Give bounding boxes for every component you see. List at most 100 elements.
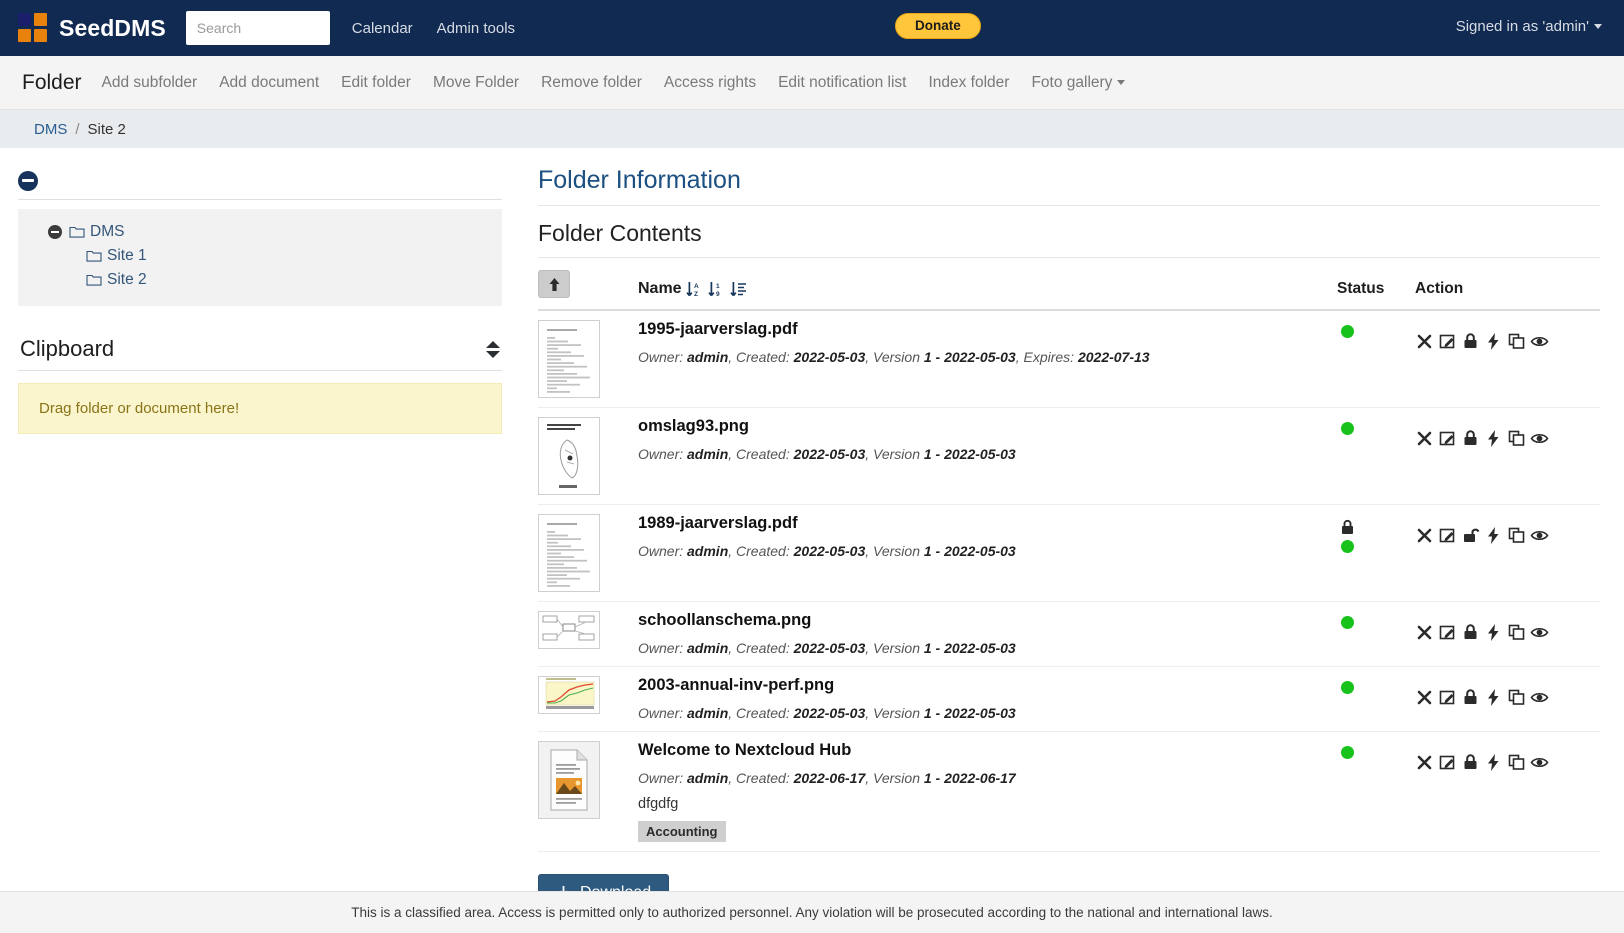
table-row[interactable]: 1995-jaarverslag.pdfOwner: admin, Create… bbox=[538, 310, 1600, 408]
document-thumbnail[interactable] bbox=[538, 611, 600, 649]
nav-admin-tools[interactable]: Admin tools bbox=[437, 20, 515, 37]
table-row[interactable]: 2003-annual-inv-perf.pngOwner: admin, Cr… bbox=[538, 666, 1600, 731]
row-name-cell: 2003-annual-inv-perf.pngOwner: admin, Cr… bbox=[638, 666, 1337, 731]
sort-alpha-down-icon[interactable]: A Z bbox=[686, 281, 704, 298]
remove-icon[interactable] bbox=[1415, 429, 1434, 448]
status-indicator bbox=[1341, 616, 1354, 629]
copy-icon[interactable] bbox=[1507, 688, 1526, 707]
document-name-link[interactable]: Welcome to Nextcloud Hub bbox=[638, 741, 1337, 761]
tree-item-site1[interactable]: Site 1 bbox=[18, 244, 502, 268]
edit-icon[interactable] bbox=[1438, 332, 1457, 351]
circle-minus-icon[interactable] bbox=[18, 171, 38, 191]
table-row[interactable]: Welcome to Nextcloud HubOwner: admin, Cr… bbox=[538, 731, 1600, 851]
document-tag[interactable]: Accounting bbox=[638, 821, 726, 842]
menu-add-subfolder[interactable]: Add subfolder bbox=[102, 74, 198, 92]
edit-icon[interactable] bbox=[1438, 526, 1457, 545]
copy-icon[interactable] bbox=[1507, 623, 1526, 642]
status-indicator bbox=[1341, 422, 1354, 435]
remove-icon[interactable] bbox=[1415, 623, 1434, 642]
bolt-icon[interactable] bbox=[1484, 623, 1503, 642]
seeddms-squares-logo[interactable] bbox=[18, 13, 48, 43]
menu-edit-notification-list[interactable]: Edit notification list bbox=[778, 74, 906, 92]
copy-icon[interactable] bbox=[1507, 429, 1526, 448]
status-indicator bbox=[1341, 540, 1354, 553]
table-row[interactable]: 1989-jaarverslag.pdfOwner: admin, Create… bbox=[538, 505, 1600, 602]
edit-icon[interactable] bbox=[1438, 623, 1457, 642]
eye-icon[interactable] bbox=[1530, 429, 1549, 448]
menu-add-document[interactable]: Add document bbox=[219, 74, 319, 92]
document-thumbnail[interactable] bbox=[538, 676, 600, 714]
eye-icon[interactable] bbox=[1530, 623, 1549, 642]
menu-foto-gallery[interactable]: Foto gallery bbox=[1031, 74, 1125, 92]
account-menu[interactable]: Signed in as 'admin' bbox=[1456, 18, 1602, 35]
unlock-icon[interactable] bbox=[1461, 526, 1480, 545]
tree-link-site1[interactable]: Site 1 bbox=[107, 247, 147, 265]
copy-icon[interactable] bbox=[1507, 753, 1526, 772]
menu-move-folder[interactable]: Move Folder bbox=[433, 74, 519, 92]
tree-link-site2[interactable]: Site 2 bbox=[107, 271, 147, 289]
remove-icon[interactable] bbox=[1415, 526, 1434, 545]
sort-list-down-icon[interactable] bbox=[730, 281, 748, 298]
menu-edit-folder[interactable]: Edit folder bbox=[341, 74, 411, 92]
document-metadata: Owner: admin, Created: 2022-05-03, Versi… bbox=[638, 639, 1337, 657]
remove-icon[interactable] bbox=[1415, 753, 1434, 772]
tree-link-dms[interactable]: DMS bbox=[90, 223, 124, 241]
th-action: Action bbox=[1415, 258, 1600, 310]
bolt-icon[interactable] bbox=[1484, 753, 1503, 772]
search-input[interactable] bbox=[186, 11, 330, 45]
row-status-cell bbox=[1337, 731, 1415, 851]
bolt-icon[interactable] bbox=[1484, 688, 1503, 707]
edit-icon[interactable] bbox=[1438, 688, 1457, 707]
document-name-link[interactable]: omslag93.png bbox=[638, 417, 1337, 437]
edit-icon[interactable] bbox=[1438, 753, 1457, 772]
eye-icon[interactable] bbox=[1530, 753, 1549, 772]
nav-calendar[interactable]: Calendar bbox=[352, 20, 413, 37]
tree-item-site2[interactable]: Site 2 bbox=[18, 268, 502, 292]
top-navbar: SeedDMS Calendar Admin tools Donate Sign… bbox=[0, 0, 1624, 56]
copy-icon[interactable] bbox=[1507, 332, 1526, 351]
donate-button[interactable]: Donate bbox=[895, 13, 981, 39]
lock-icon[interactable] bbox=[1461, 429, 1480, 448]
document-name-link[interactable]: 2003-annual-inv-perf.png bbox=[638, 676, 1337, 696]
table-row[interactable]: omslag93.pngOwner: admin, Created: 2022-… bbox=[538, 408, 1600, 505]
menu-access-rights[interactable]: Access rights bbox=[664, 74, 756, 92]
lock-icon[interactable] bbox=[1461, 623, 1480, 642]
remove-icon[interactable] bbox=[1415, 332, 1434, 351]
document-thumbnail[interactable] bbox=[538, 741, 600, 819]
lock-icon[interactable] bbox=[1461, 753, 1480, 772]
document-thumbnail[interactable] bbox=[538, 514, 600, 592]
lock-icon[interactable] bbox=[1461, 688, 1480, 707]
edit-icon[interactable] bbox=[1438, 429, 1457, 448]
document-name-link[interactable]: 1989-jaarverslag.pdf bbox=[638, 514, 1337, 534]
row-name-cell: schoollanschema.png Owner: admin, Created… bbox=[638, 602, 1337, 667]
document-thumbnail[interactable] bbox=[538, 320, 600, 398]
bolt-icon[interactable] bbox=[1484, 332, 1503, 351]
breadcrumb-dms[interactable]: DMS bbox=[34, 121, 67, 138]
clipboard-dropzone[interactable]: Drag folder or document here! bbox=[18, 383, 502, 434]
bolt-icon[interactable] bbox=[1484, 429, 1503, 448]
document-thumbnail[interactable] bbox=[538, 417, 600, 495]
brand-title[interactable]: SeedDMS bbox=[59, 15, 166, 42]
eye-icon[interactable] bbox=[1530, 688, 1549, 707]
bolt-icon[interactable] bbox=[1484, 526, 1503, 545]
lock-icon[interactable] bbox=[1461, 332, 1480, 351]
menu-remove-folder[interactable]: Remove folder bbox=[541, 74, 642, 92]
svg-text:Z: Z bbox=[694, 291, 698, 298]
eye-icon[interactable] bbox=[1530, 332, 1549, 351]
clipboard-title: Clipboard bbox=[20, 336, 114, 362]
sort-numeric-down-icon[interactable]: 1 9 bbox=[708, 281, 726, 298]
eye-icon[interactable] bbox=[1530, 526, 1549, 545]
menu-index-folder[interactable]: Index folder bbox=[928, 74, 1009, 92]
row-action-cell bbox=[1415, 310, 1600, 408]
up-down-arrows-icon[interactable] bbox=[486, 341, 500, 358]
tree-collapse-icon[interactable] bbox=[48, 225, 62, 239]
remove-icon[interactable] bbox=[1415, 688, 1434, 707]
row-thumbnail-cell bbox=[538, 731, 638, 851]
document-name-link[interactable]: 1995-jaarverslag.pdf bbox=[638, 320, 1337, 340]
document-name-link[interactable]: schoollanschema.png bbox=[638, 611, 1337, 631]
tree-item-dms[interactable]: DMS bbox=[18, 220, 502, 244]
table-row[interactable]: schoollanschema.png Owner: admin, Created… bbox=[538, 602, 1600, 667]
copy-icon[interactable] bbox=[1507, 526, 1526, 545]
row-thumbnail-cell bbox=[538, 666, 638, 731]
up-arrow-icon[interactable] bbox=[538, 270, 570, 298]
